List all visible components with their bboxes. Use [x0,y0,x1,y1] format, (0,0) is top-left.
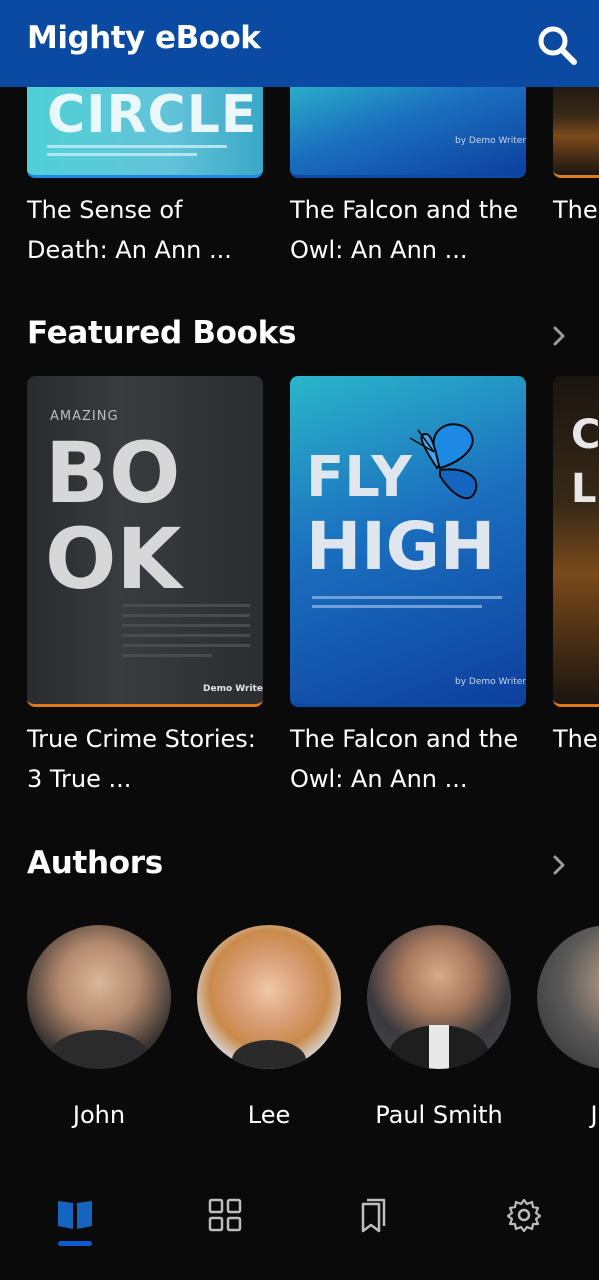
active-tab-indicator [58,1241,92,1246]
avatar [27,925,171,1069]
book-cover [553,87,599,178]
book-card[interactable]: by Demo Writer The Falcon and the Owl: A… [290,87,526,277]
book-cover: C L [553,376,599,707]
book-title: The Falcon and the Owl: An Ann ... [290,725,519,793]
top-book-row: CIRCLE The Sense of Death: An Ann ... by… [0,87,599,277]
book-card[interactable]: AMAZING BO OK Demo Writer True Crime Sto… [27,376,263,806]
author-item[interactable]: Jan [537,925,599,1129]
book-cover: CIRCLE [27,87,263,178]
cover-title-line2: OK [45,510,182,608]
app-bar: Mighty eBook [0,0,599,87]
author-item[interactable]: John [27,925,171,1129]
book-card[interactable]: FLY HIGH by Demo Writer The Falcon and t… [290,376,526,806]
author-item[interactable]: Lee [197,925,341,1129]
book-card[interactable]: The Bus [553,87,599,277]
cover-title-line2: L [571,466,597,512]
chevron-right-icon[interactable] [548,854,570,876]
book-cover: AMAZING BO OK Demo Writer [27,376,263,707]
author-name: John [72,1101,126,1129]
cover-title-line1: C [571,412,599,458]
book-card[interactable]: C L The Bus [553,376,599,806]
book-cover: FLY HIGH by Demo Writer [290,376,526,707]
authors-heading: Authors [27,845,163,881]
cover-kicker: AMAZING [50,409,119,424]
bookmarks-icon[interactable] [353,1195,393,1235]
book-title: True Crime Stories: 3 True ... [27,725,256,793]
home-content: CIRCLE The Sense of Death: An Ann ... by… [0,87,599,1150]
grid-icon[interactable] [205,1195,245,1235]
author-item[interactable]: Paul Smith [367,925,511,1129]
chevron-right-icon[interactable] [548,325,570,347]
book-open-icon[interactable] [55,1195,95,1235]
cover-title: CIRCLE [47,87,258,145]
bottom-navigation [0,1150,599,1280]
cover-title-line1: BO [45,424,181,522]
avatar [197,925,341,1069]
authors-row: John Lee Paul Smith Jan [0,925,599,1145]
cover-author: by Demo Writer [455,136,526,146]
gear-icon[interactable] [504,1195,544,1235]
book-card[interactable]: CIRCLE The Sense of Death: An Ann ... [27,87,263,277]
book-cover: by Demo Writer [290,87,526,178]
app-title: Mighty eBook [27,20,261,56]
author-name: Lee [247,1101,291,1129]
cover-title-line2: HIGH [306,508,496,585]
book-title: The Bus [553,725,599,753]
search-icon[interactable] [534,22,580,68]
butterfly-icon [409,423,478,500]
author-name: Jan [590,1101,599,1129]
book-title: The Sense of Death: An Ann ... [27,196,232,264]
book-title: The Bus [553,196,599,224]
cover-author: Demo Writer [203,684,263,694]
cover-author: by Demo Writer [455,677,526,687]
book-title: The Falcon and the Owl: An Ann ... [290,196,519,264]
featured-book-row: AMAZING BO OK Demo Writer True Crime Sto… [0,376,599,806]
avatar [537,925,599,1069]
featured-books-heading: Featured Books [27,315,297,351]
avatar [367,925,511,1069]
author-name: Paul Smith [375,1101,503,1129]
